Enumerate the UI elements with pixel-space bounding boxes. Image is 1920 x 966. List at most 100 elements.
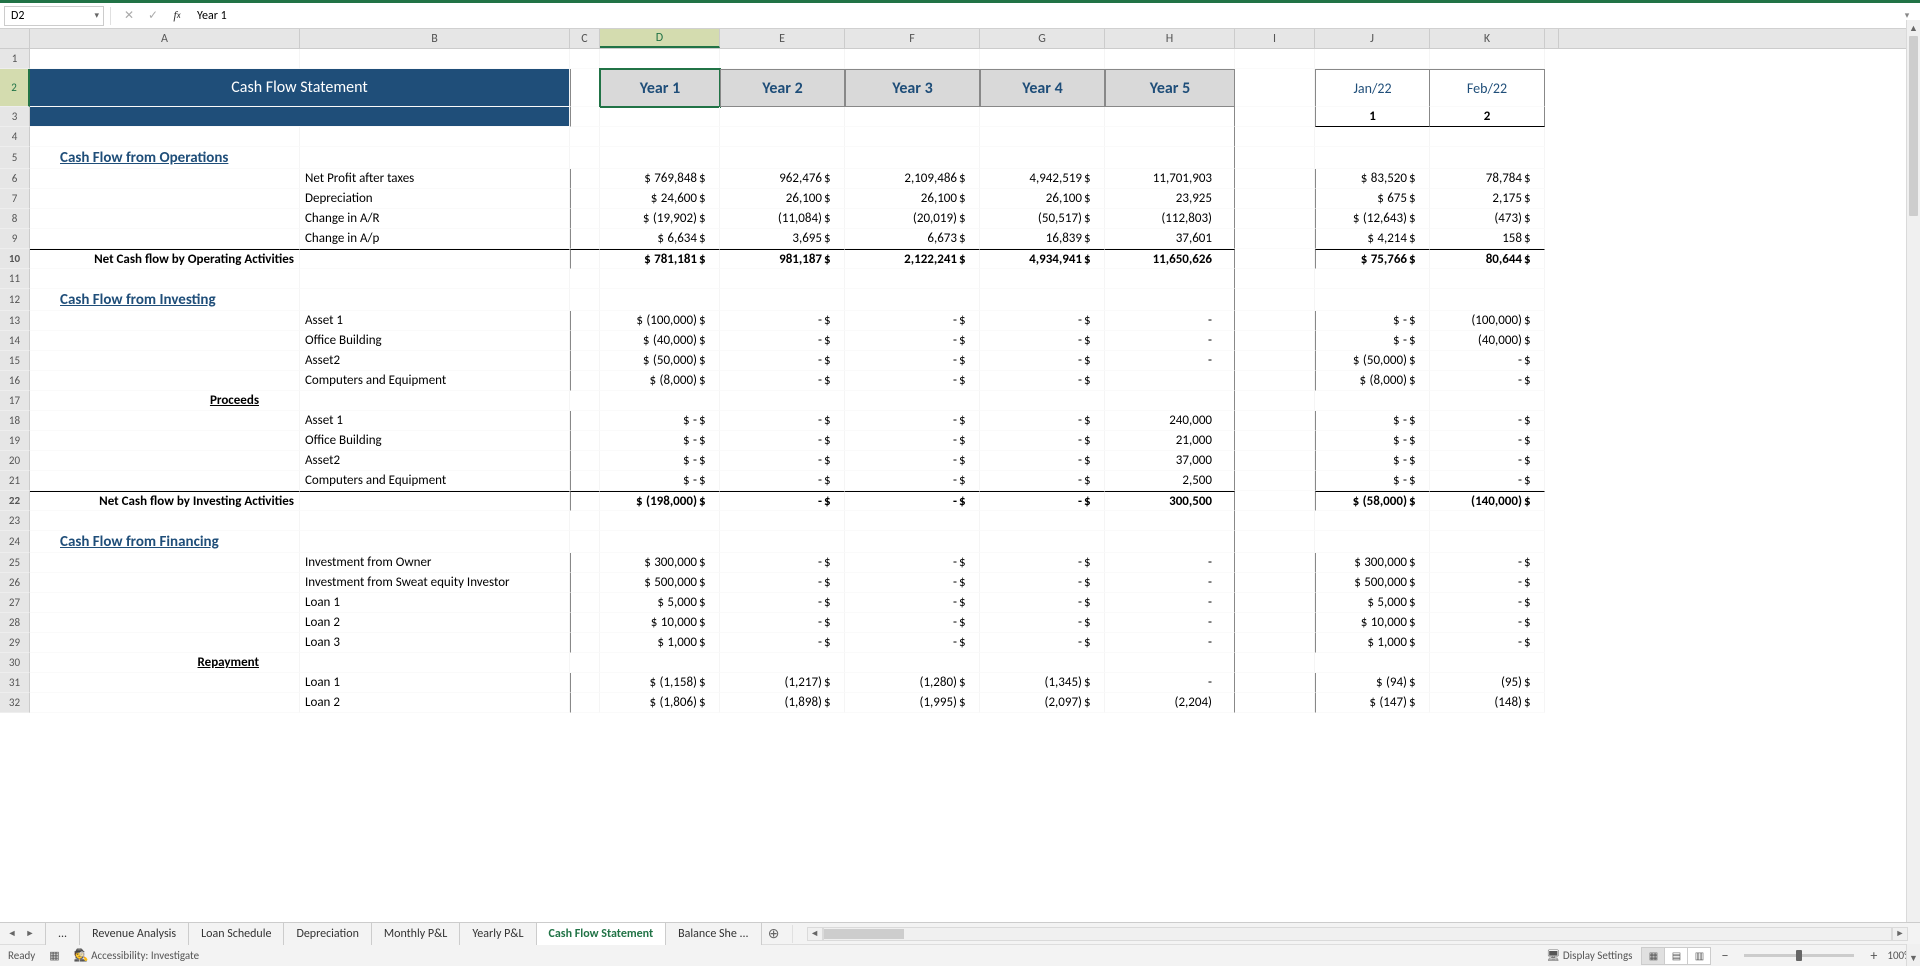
value-cell[interactable]: -$: [980, 633, 1105, 653]
cell[interactable]: [570, 431, 600, 451]
cell[interactable]: [845, 511, 980, 531]
row-label[interactable]: Office Building: [300, 431, 570, 451]
cell[interactable]: [600, 531, 720, 553]
cell[interactable]: [845, 653, 980, 673]
row-label[interactable]: Loan 2: [300, 613, 570, 633]
row-label[interactable]: Loan 1: [300, 673, 570, 693]
row-header[interactable]: 8: [0, 209, 30, 229]
value-cell[interactable]: -$: [720, 613, 845, 633]
cell[interactable]: [720, 49, 845, 69]
value-cell[interactable]: -$: [980, 553, 1105, 573]
row-header[interactable]: 29: [0, 633, 30, 653]
cell[interactable]: [600, 107, 720, 127]
row-header[interactable]: 28: [0, 613, 30, 633]
value-cell[interactable]: -$: [980, 411, 1105, 431]
cell[interactable]: [1105, 653, 1235, 673]
value-cell[interactable]: $24,600$: [600, 189, 720, 209]
cell[interactable]: [720, 653, 845, 673]
value-cell[interactable]: 2,175$: [1430, 189, 1545, 209]
sheet-tab[interactable]: Loan Schedule: [188, 923, 284, 945]
cell[interactable]: [1235, 573, 1315, 593]
display-settings-button[interactable]: 🖥 Display Settings: [1546, 949, 1632, 962]
tab-nav-prev-icon[interactable]: ◄: [4, 926, 20, 942]
value-cell[interactable]: $5,000$: [600, 593, 720, 613]
cell[interactable]: [600, 269, 720, 289]
cell[interactable]: [1235, 351, 1315, 371]
value-cell[interactable]: $-$: [600, 471, 720, 491]
cell[interactable]: [980, 653, 1105, 673]
value-cell[interactable]: 26,100$: [845, 189, 980, 209]
value-cell[interactable]: $675$: [1315, 189, 1430, 209]
value-cell[interactable]: 11,650,626: [1105, 249, 1235, 269]
cell[interactable]: [720, 127, 845, 147]
value-cell[interactable]: -: [1105, 553, 1235, 573]
row-label[interactable]: Investment from Sweat equity Investor: [300, 573, 570, 593]
cell[interactable]: [1430, 289, 1545, 311]
row-label[interactable]: Computers and Equipment: [300, 471, 570, 491]
cell[interactable]: [30, 269, 300, 289]
cell[interactable]: [300, 49, 570, 69]
cell[interactable]: [570, 351, 600, 371]
value-cell[interactable]: $500,000$: [600, 573, 720, 593]
value-cell[interactable]: 16,839$: [980, 229, 1105, 249]
sheet-tab[interactable]: Revenue Analysis: [79, 923, 189, 945]
cell[interactable]: [1235, 471, 1315, 491]
cell[interactable]: [980, 127, 1105, 147]
sheet-tab[interactable]: Yearly P&L: [459, 923, 536, 945]
row-label[interactable]: [30, 371, 300, 391]
cell[interactable]: [570, 249, 600, 269]
col-header-D[interactable]: D: [600, 29, 720, 48]
cell[interactable]: [570, 107, 600, 127]
cell[interactable]: [570, 451, 600, 471]
cell[interactable]: [1315, 653, 1430, 673]
col-header-H[interactable]: H: [1105, 29, 1235, 48]
col-header-B[interactable]: B: [300, 29, 570, 48]
row-header[interactable]: 18: [0, 411, 30, 431]
row-header[interactable]: 10: [0, 249, 30, 269]
value-cell[interactable]: $-$: [600, 411, 720, 431]
zoom-in-button[interactable]: +: [1870, 947, 1877, 964]
cell[interactable]: [570, 411, 600, 431]
cell[interactable]: [570, 531, 600, 553]
row-label[interactable]: Asset2: [300, 351, 570, 371]
value-cell[interactable]: $4,214$: [1315, 229, 1430, 249]
value-cell[interactable]: $(50,000)$: [600, 351, 720, 371]
value-cell[interactable]: -: [1105, 573, 1235, 593]
cell[interactable]: [1235, 531, 1315, 553]
cell[interactable]: [845, 289, 980, 311]
cell[interactable]: [1430, 531, 1545, 553]
formula-input[interactable]: Year 1: [189, 6, 1898, 26]
row-header[interactable]: 32: [0, 693, 30, 713]
cell[interactable]: [720, 269, 845, 289]
tab-nav-next-icon[interactable]: ►: [22, 926, 38, 942]
col-header-K[interactable]: K: [1430, 29, 1545, 48]
value-cell[interactable]: 11,701,903: [1105, 169, 1235, 189]
value-cell[interactable]: (1,995)$: [845, 693, 980, 713]
value-cell[interactable]: -$: [1430, 451, 1545, 471]
row-label[interactable]: [30, 431, 300, 451]
name-box[interactable]: D2: [4, 6, 104, 26]
zoom-slider[interactable]: [1744, 954, 1854, 957]
value-cell[interactable]: (148)$: [1430, 693, 1545, 713]
value-cell[interactable]: [1105, 371, 1235, 391]
month-header[interactable]: Jan/22: [1315, 69, 1430, 107]
value-cell[interactable]: $-$: [1315, 331, 1430, 351]
value-cell[interactable]: -: [1105, 331, 1235, 351]
value-cell[interactable]: (1,280)$: [845, 673, 980, 693]
value-cell[interactable]: -$: [1430, 431, 1545, 451]
value-cell[interactable]: -$: [845, 573, 980, 593]
cell[interactable]: [1235, 673, 1315, 693]
cell[interactable]: [1235, 633, 1315, 653]
value-cell[interactable]: $-$: [1315, 411, 1430, 431]
value-cell[interactable]: (1,898)$: [720, 693, 845, 713]
row-label[interactable]: [30, 553, 300, 573]
row-header[interactable]: 20: [0, 451, 30, 471]
cell[interactable]: [570, 147, 600, 169]
cell[interactable]: [1235, 451, 1315, 471]
row-header[interactable]: 22: [0, 491, 30, 511]
value-cell[interactable]: (140,000)$: [1430, 491, 1545, 511]
row-label[interactable]: [300, 491, 570, 511]
value-cell[interactable]: (2,204): [1105, 693, 1235, 713]
row-label[interactable]: Asset2: [300, 451, 570, 471]
cell[interactable]: [1430, 391, 1545, 411]
